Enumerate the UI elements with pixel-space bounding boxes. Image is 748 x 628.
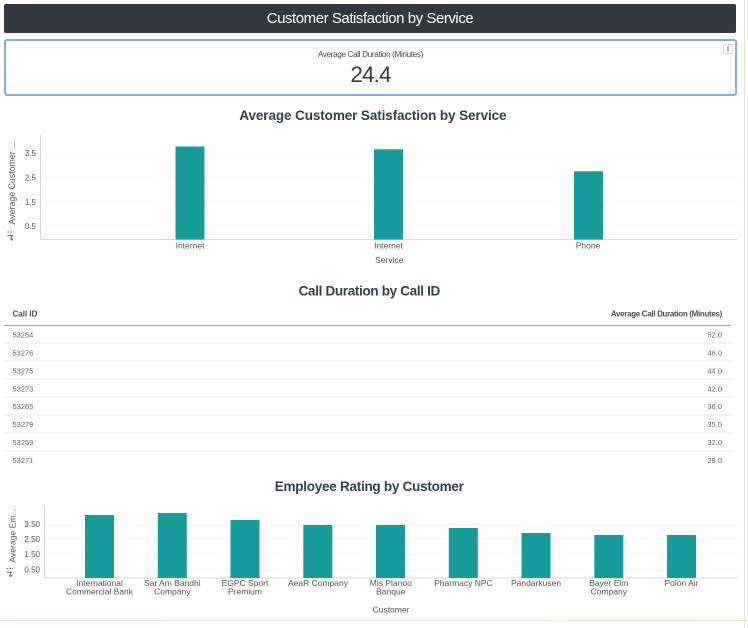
svg-text:42.0: 42.0 (707, 384, 722, 393)
svg-text:28.0: 28.0 (707, 456, 722, 465)
svg-text:Average Call Duration (Minutes: Average Call Duration (Minutes) (611, 310, 723, 319)
svg-text:Internet: Internet (374, 240, 403, 250)
svg-text:1.50: 1.50 (24, 550, 40, 559)
svg-text:Internet: Internet (176, 240, 205, 250)
svg-text:Company: Company (154, 587, 191, 597)
svg-text:Premium: Premium (228, 587, 262, 597)
svg-text:Employee Rating by Customer: Employee Rating by Customer (275, 479, 465, 494)
svg-text:3.5: 3.5 (25, 149, 37, 158)
svg-text:AeaR Company: AeaR Company (288, 578, 349, 588)
svg-text:Banque: Banque (376, 587, 406, 597)
svg-text:53265: 53265 (13, 402, 34, 411)
svg-text:32.0: 32.0 (707, 438, 722, 447)
svg-text:Call Duration by Call ID: Call Duration by Call ID (299, 284, 441, 299)
svg-text:53279: 53279 (13, 420, 34, 429)
svg-text:Call ID: Call ID (13, 310, 38, 319)
svg-text:53259: 53259 (13, 438, 34, 447)
svg-text:3.50: 3.50 (24, 520, 40, 529)
svg-text:Customer: Customer (373, 604, 410, 614)
svg-text:53271: 53271 (13, 456, 34, 465)
svg-text:Polon Air: Polon Air (664, 578, 698, 588)
svg-text:0.50: 0.50 (24, 565, 40, 574)
svg-text:Average Customer ...: Average Customer ... (7, 142, 17, 225)
svg-text:2.5: 2.5 (25, 174, 37, 183)
svg-text:Pharmacy NPC: Pharmacy NPC (434, 578, 493, 588)
svg-text:53264: 53264 (13, 331, 34, 340)
svg-text:Commercial Bank: Commercial Bank (66, 587, 134, 597)
svg-text:1.5: 1.5 (25, 198, 37, 207)
svg-text:53275: 53275 (13, 366, 34, 375)
svg-text:35.0: 35.0 (707, 420, 722, 429)
svg-text:Average Em...: Average Em... (7, 508, 17, 562)
svg-text:53276: 53276 (13, 349, 34, 358)
svg-text:0.5: 0.5 (25, 222, 37, 231)
svg-text:52.0: 52.0 (707, 331, 722, 340)
svg-text:Average Customer Satisfaction: Average Customer Satisfaction by Service (239, 108, 507, 123)
svg-text:2.50: 2.50 (24, 535, 40, 544)
svg-text:46.0: 46.0 (707, 349, 722, 358)
svg-text:36.0: 36.0 (707, 402, 722, 411)
svg-text:Company: Company (591, 587, 628, 597)
svg-text:53273: 53273 (13, 384, 34, 393)
svg-text:Phone: Phone (576, 240, 601, 250)
svg-text:Pandarkusen: Pandarkusen (511, 578, 561, 588)
svg-text:Service: Service (375, 255, 404, 265)
svg-text:44.0: 44.0 (707, 366, 722, 375)
